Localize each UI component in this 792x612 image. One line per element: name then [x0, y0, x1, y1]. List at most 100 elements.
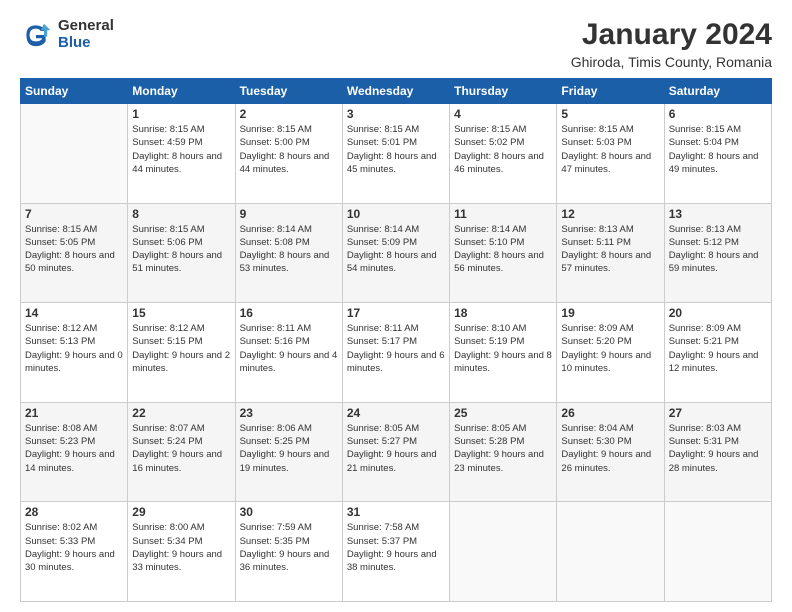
day-info: Sunrise: 8:15 AMSunset: 5:06 PMDaylight:…	[132, 223, 230, 276]
day-cell: 31 Sunrise: 7:58 AMSunset: 5:37 PMDaylig…	[342, 502, 449, 602]
day-info: Sunrise: 8:06 AMSunset: 5:25 PMDaylight:…	[240, 422, 338, 475]
day-info: Sunrise: 8:15 AMSunset: 5:04 PMDaylight:…	[669, 123, 767, 176]
day-info: Sunrise: 7:59 AMSunset: 5:35 PMDaylight:…	[240, 521, 338, 574]
week-row-5: 28 Sunrise: 8:02 AMSunset: 5:33 PMDaylig…	[21, 502, 772, 602]
day-number: 3	[347, 107, 445, 121]
week-row-2: 7 Sunrise: 8:15 AMSunset: 5:05 PMDayligh…	[21, 203, 772, 303]
day-number: 28	[25, 505, 123, 519]
day-cell	[557, 502, 664, 602]
day-cell	[450, 502, 557, 602]
day-number: 14	[25, 306, 123, 320]
header-row: Sunday Monday Tuesday Wednesday Thursday…	[21, 79, 772, 104]
day-info: Sunrise: 8:15 AMSunset: 4:59 PMDaylight:…	[132, 123, 230, 176]
day-cell: 12 Sunrise: 8:13 AMSunset: 5:11 PMDaylig…	[557, 203, 664, 303]
day-cell: 7 Sunrise: 8:15 AMSunset: 5:05 PMDayligh…	[21, 203, 128, 303]
day-number: 1	[132, 107, 230, 121]
day-cell: 19 Sunrise: 8:09 AMSunset: 5:20 PMDaylig…	[557, 303, 664, 403]
day-cell: 9 Sunrise: 8:14 AMSunset: 5:08 PMDayligh…	[235, 203, 342, 303]
day-info: Sunrise: 8:12 AMSunset: 5:15 PMDaylight:…	[132, 322, 230, 375]
day-number: 8	[132, 207, 230, 221]
day-info: Sunrise: 8:10 AMSunset: 5:19 PMDaylight:…	[454, 322, 552, 375]
day-info: Sunrise: 8:09 AMSunset: 5:20 PMDaylight:…	[561, 322, 659, 375]
day-number: 20	[669, 306, 767, 320]
day-number: 29	[132, 505, 230, 519]
day-cell: 23 Sunrise: 8:06 AMSunset: 5:25 PMDaylig…	[235, 402, 342, 502]
day-number: 5	[561, 107, 659, 121]
day-number: 15	[132, 306, 230, 320]
col-friday: Friday	[557, 79, 664, 104]
day-number: 13	[669, 207, 767, 221]
week-row-1: 1 Sunrise: 8:15 AMSunset: 4:59 PMDayligh…	[21, 104, 772, 204]
week-row-4: 21 Sunrise: 8:08 AMSunset: 5:23 PMDaylig…	[21, 402, 772, 502]
day-number: 17	[347, 306, 445, 320]
day-number: 27	[669, 406, 767, 420]
col-tuesday: Tuesday	[235, 79, 342, 104]
day-cell: 21 Sunrise: 8:08 AMSunset: 5:23 PMDaylig…	[21, 402, 128, 502]
day-cell: 30 Sunrise: 7:59 AMSunset: 5:35 PMDaylig…	[235, 502, 342, 602]
day-cell: 5 Sunrise: 8:15 AMSunset: 5:03 PMDayligh…	[557, 104, 664, 204]
col-saturday: Saturday	[664, 79, 771, 104]
page: General Blue January 2024 Ghiroda, Timis…	[0, 0, 792, 612]
subtitle: Ghiroda, Timis County, Romania	[571, 54, 772, 70]
day-info: Sunrise: 8:11 AMSunset: 5:17 PMDaylight:…	[347, 322, 445, 375]
day-info: Sunrise: 8:14 AMSunset: 5:10 PMDaylight:…	[454, 223, 552, 276]
day-cell: 15 Sunrise: 8:12 AMSunset: 5:15 PMDaylig…	[128, 303, 235, 403]
day-number: 6	[669, 107, 767, 121]
day-number: 18	[454, 306, 552, 320]
day-cell: 17 Sunrise: 8:11 AMSunset: 5:17 PMDaylig…	[342, 303, 449, 403]
day-info: Sunrise: 8:15 AMSunset: 5:01 PMDaylight:…	[347, 123, 445, 176]
day-info: Sunrise: 8:13 AMSunset: 5:11 PMDaylight:…	[561, 223, 659, 276]
day-cell: 6 Sunrise: 8:15 AMSunset: 5:04 PMDayligh…	[664, 104, 771, 204]
main-title: January 2024	[571, 18, 772, 52]
day-cell: 4 Sunrise: 8:15 AMSunset: 5:02 PMDayligh…	[450, 104, 557, 204]
day-number: 16	[240, 306, 338, 320]
day-cell: 20 Sunrise: 8:09 AMSunset: 5:21 PMDaylig…	[664, 303, 771, 403]
col-wednesday: Wednesday	[342, 79, 449, 104]
day-info: Sunrise: 8:07 AMSunset: 5:24 PMDaylight:…	[132, 422, 230, 475]
day-cell: 11 Sunrise: 8:14 AMSunset: 5:10 PMDaylig…	[450, 203, 557, 303]
logo-blue-text: Blue	[58, 35, 114, 52]
day-info: Sunrise: 8:05 AMSunset: 5:27 PMDaylight:…	[347, 422, 445, 475]
day-cell: 27 Sunrise: 8:03 AMSunset: 5:31 PMDaylig…	[664, 402, 771, 502]
logo-text: General Blue	[58, 18, 114, 51]
day-info: Sunrise: 8:15 AMSunset: 5:05 PMDaylight:…	[25, 223, 123, 276]
day-number: 30	[240, 505, 338, 519]
day-cell: 16 Sunrise: 8:11 AMSunset: 5:16 PMDaylig…	[235, 303, 342, 403]
day-info: Sunrise: 8:05 AMSunset: 5:28 PMDaylight:…	[454, 422, 552, 475]
day-info: Sunrise: 8:15 AMSunset: 5:00 PMDaylight:…	[240, 123, 338, 176]
day-cell	[21, 104, 128, 204]
day-cell: 29 Sunrise: 8:00 AMSunset: 5:34 PMDaylig…	[128, 502, 235, 602]
day-cell: 28 Sunrise: 8:02 AMSunset: 5:33 PMDaylig…	[21, 502, 128, 602]
day-info: Sunrise: 8:08 AMSunset: 5:23 PMDaylight:…	[25, 422, 123, 475]
day-number: 19	[561, 306, 659, 320]
day-number: 23	[240, 406, 338, 420]
day-number: 31	[347, 505, 445, 519]
day-number: 24	[347, 406, 445, 420]
day-cell: 18 Sunrise: 8:10 AMSunset: 5:19 PMDaylig…	[450, 303, 557, 403]
col-thursday: Thursday	[450, 79, 557, 104]
day-cell: 14 Sunrise: 8:12 AMSunset: 5:13 PMDaylig…	[21, 303, 128, 403]
day-cell: 10 Sunrise: 8:14 AMSunset: 5:09 PMDaylig…	[342, 203, 449, 303]
col-monday: Monday	[128, 79, 235, 104]
day-info: Sunrise: 8:03 AMSunset: 5:31 PMDaylight:…	[669, 422, 767, 475]
day-number: 4	[454, 107, 552, 121]
day-number: 11	[454, 207, 552, 221]
day-cell: 1 Sunrise: 8:15 AMSunset: 4:59 PMDayligh…	[128, 104, 235, 204]
day-number: 12	[561, 207, 659, 221]
header: General Blue January 2024 Ghiroda, Timis…	[20, 18, 772, 70]
day-info: Sunrise: 8:12 AMSunset: 5:13 PMDaylight:…	[25, 322, 123, 375]
day-number: 22	[132, 406, 230, 420]
day-info: Sunrise: 8:15 AMSunset: 5:02 PMDaylight:…	[454, 123, 552, 176]
day-cell: 13 Sunrise: 8:13 AMSunset: 5:12 PMDaylig…	[664, 203, 771, 303]
day-info: Sunrise: 8:00 AMSunset: 5:34 PMDaylight:…	[132, 521, 230, 574]
day-number: 9	[240, 207, 338, 221]
day-info: Sunrise: 8:09 AMSunset: 5:21 PMDaylight:…	[669, 322, 767, 375]
logo: General Blue	[20, 18, 114, 51]
day-number: 7	[25, 207, 123, 221]
day-info: Sunrise: 8:02 AMSunset: 5:33 PMDaylight:…	[25, 521, 123, 574]
day-cell: 24 Sunrise: 8:05 AMSunset: 5:27 PMDaylig…	[342, 402, 449, 502]
day-cell	[664, 502, 771, 602]
logo-icon	[20, 19, 52, 51]
day-info: Sunrise: 8:04 AMSunset: 5:30 PMDaylight:…	[561, 422, 659, 475]
day-number: 26	[561, 406, 659, 420]
